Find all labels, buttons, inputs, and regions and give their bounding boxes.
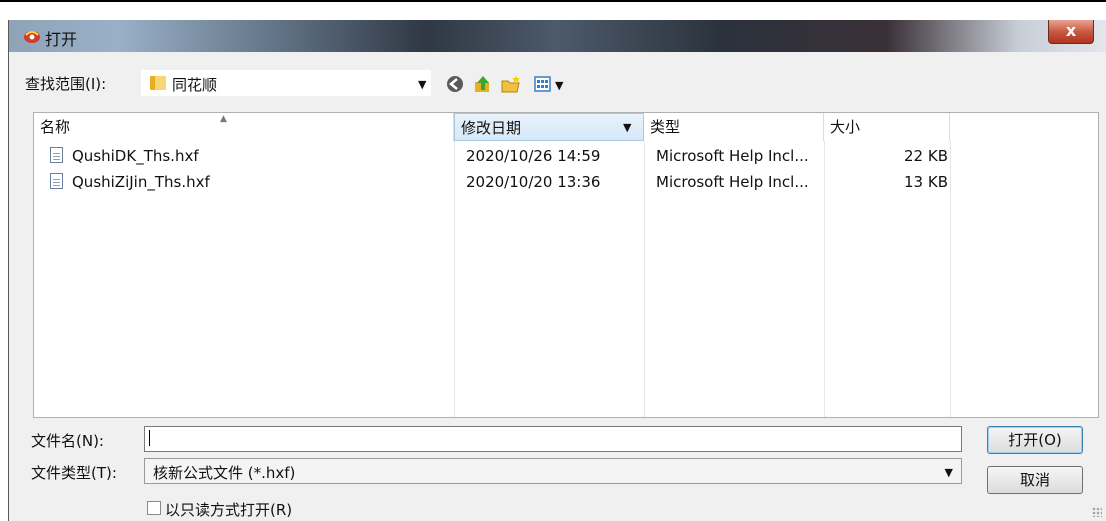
column-header-name[interactable]: 名称 ▲ bbox=[34, 113, 454, 141]
readonly-label[interactable]: 以只读方式打开(R) bbox=[165, 499, 292, 520]
new-folder-icon[interactable] bbox=[501, 74, 521, 94]
column-header-date[interactable]: 修改日期 ▼ bbox=[454, 113, 644, 141]
open-button[interactable]: 打开(O) bbox=[987, 426, 1083, 454]
filetype-value: 核新公式文件 (*.hxf) bbox=[153, 464, 296, 482]
chevron-down-icon: ▼ bbox=[944, 466, 953, 479]
column-header-size[interactable]: 大小 bbox=[824, 113, 950, 141]
close-icon: x bbox=[1065, 21, 1077, 40]
filename-label: 文件名(N): bbox=[31, 432, 104, 450]
document-icon bbox=[50, 173, 63, 189]
back-icon[interactable] bbox=[445, 74, 465, 94]
file-size: 22 KB bbox=[904, 147, 948, 165]
open-file-dialog: 打开 x 查找范围(I): 同花顺 ▼ ▼ 名称 ▲ 修改日期 ▼ 类型 大小 … bbox=[8, 20, 1106, 521]
document-icon bbox=[50, 147, 63, 163]
top-border bbox=[0, 0, 1106, 2]
window-title: 打开 bbox=[45, 30, 78, 49]
column-header-type[interactable]: 类型 bbox=[644, 113, 824, 141]
close-button[interactable]: x bbox=[1048, 20, 1094, 44]
file-name: QushiZiJin_Ths.hxf bbox=[72, 173, 210, 191]
lookin-label: 查找范围(I): bbox=[25, 75, 107, 93]
up-folder-icon[interactable] bbox=[473, 74, 493, 94]
view-chevron-down-icon[interactable]: ▼ bbox=[555, 79, 563, 92]
file-type: Microsoft Help Incl... bbox=[656, 173, 809, 191]
readonly-checkbox[interactable] bbox=[147, 501, 161, 515]
lookin-dropdown[interactable]: 同花顺 ▼ bbox=[141, 70, 431, 96]
title-bar[interactable]: 打开 x bbox=[9, 20, 1106, 52]
app-logo-icon bbox=[24, 31, 40, 43]
file-type: Microsoft Help Incl... bbox=[656, 147, 809, 165]
file-row[interactable]: QushiZiJin_Ths.hxf 2020/10/20 13:36 Micr… bbox=[34, 169, 1098, 195]
cancel-button[interactable]: 取消 bbox=[987, 466, 1083, 494]
sort-arrow-icon: ▲ bbox=[220, 114, 227, 124]
file-row[interactable]: QushiDK_Ths.hxf 2020/10/26 14:59 Microso… bbox=[34, 143, 1098, 169]
resize-grip-icon[interactable] bbox=[1092, 507, 1102, 517]
column-header-empty bbox=[950, 113, 1098, 141]
file-name: QushiDK_Ths.hxf bbox=[72, 147, 199, 165]
file-date: 2020/10/26 14:59 bbox=[466, 147, 601, 165]
text-caret bbox=[149, 430, 150, 446]
folder-icon bbox=[150, 76, 166, 90]
filetype-label: 文件类型(T): bbox=[31, 464, 117, 482]
file-list[interactable]: 名称 ▲ 修改日期 ▼ 类型 大小 QushiDK_Ths.hxf 2020/1… bbox=[33, 112, 1099, 418]
filetype-select[interactable]: 核新公式文件 (*.hxf) ▼ bbox=[144, 458, 962, 484]
chevron-down-icon: ▼ bbox=[418, 78, 427, 91]
filter-chevron-icon[interactable]: ▼ bbox=[623, 114, 631, 142]
lookin-value: 同花顺 bbox=[172, 76, 218, 94]
view-menu-icon[interactable] bbox=[533, 74, 553, 94]
file-date: 2020/10/20 13:36 bbox=[466, 173, 601, 191]
file-size: 13 KB bbox=[904, 173, 948, 191]
filename-input[interactable] bbox=[144, 426, 962, 452]
